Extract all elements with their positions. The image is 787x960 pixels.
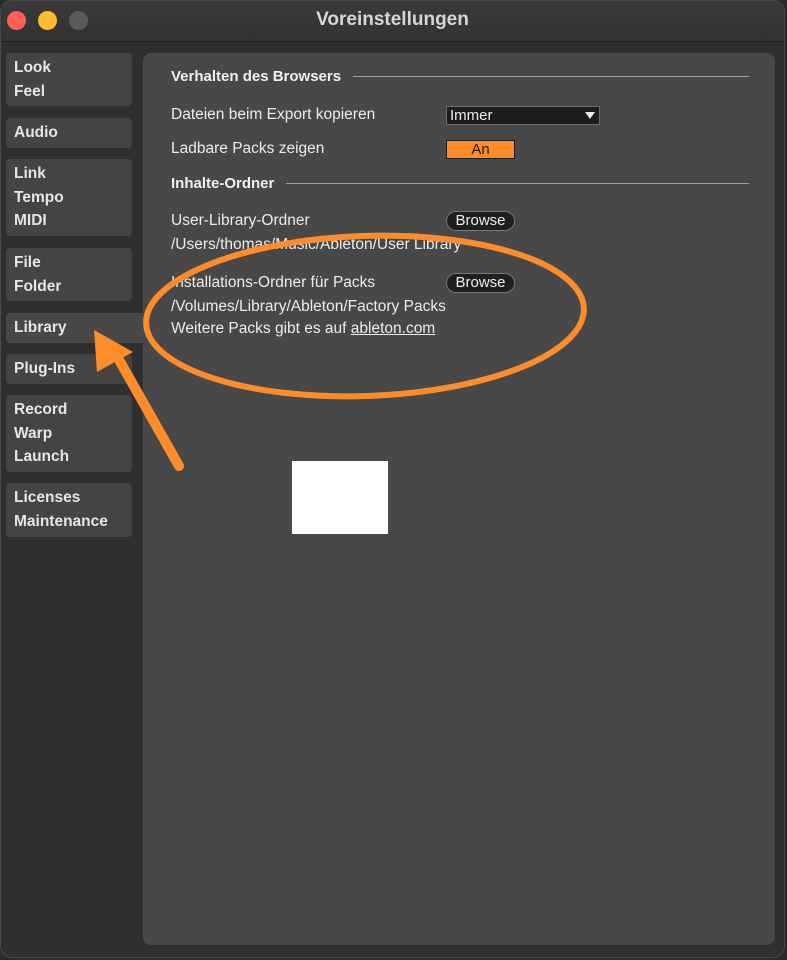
section-content-folders: Inhalte-Ordner <box>171 175 749 192</box>
tab-label: Maintenance <box>14 512 108 530</box>
tab-link-tempo-midi[interactable]: Link Tempo MIDI <box>6 159 132 236</box>
section-divider <box>353 76 749 77</box>
redaction-box <box>292 461 388 534</box>
tab-label: Warp <box>14 424 53 442</box>
user-library-path: /Users/thomas/Music/Ableton/User Library <box>171 236 462 253</box>
tab-label: Launch <box>14 448 70 465</box>
dropdown-value: Immer <box>450 107 493 124</box>
tab-label: Record <box>14 401 68 418</box>
library-preferences-panel: Verhalten des Browsers Dateien beim Expo… <box>143 53 775 945</box>
tab-label: Tempo <box>14 188 64 206</box>
tab-record-warp-launch[interactable]: Record Warp Launch <box>6 395 132 472</box>
more-packs-prefix: Weitere Packs gibt es auf <box>171 320 351 337</box>
export-copy-label: Dateien beim Export kopieren <box>171 106 376 123</box>
tab-label: Library <box>14 319 67 336</box>
tab-audio[interactable]: Audio <box>6 118 132 148</box>
dropdown-arrow-icon <box>585 112 595 119</box>
tab-label: Audio <box>14 124 58 141</box>
tab-label: Plug-Ins <box>14 360 76 377</box>
user-library-browse-button[interactable]: Browse <box>446 211 515 231</box>
tab-file-folder[interactable]: File Folder <box>6 248 132 301</box>
section-title: Verhalten des Browsers <box>171 68 342 85</box>
section-divider <box>286 183 749 184</box>
user-library-label: User-Library-Ordner <box>171 212 310 229</box>
tab-licenses-maintenance[interactable]: Licenses Maintenance <box>6 483 132 537</box>
tab-label: MIDI <box>14 212 47 229</box>
export-copy-dropdown[interactable]: Immer <box>446 106 600 125</box>
tab-label: File <box>14 254 41 271</box>
section-title: Inhalte-Ordner <box>171 175 275 192</box>
ableton-link[interactable]: ableton.com <box>351 320 435 337</box>
tab-label: Look <box>14 59 52 76</box>
preferences-window: Voreinstellungen Look Feel Audio Link Te… <box>0 0 785 958</box>
tab-plug-ins[interactable]: Plug-Ins <box>6 354 132 384</box>
title-bar: Voreinstellungen <box>1 1 784 42</box>
show-packs-toggle[interactable]: An <box>446 140 515 159</box>
packs-folder-path: /Volumes/Library/Ableton/Factory Packs <box>171 298 446 315</box>
tab-label: Licenses <box>14 489 81 506</box>
packs-folder-label: Installations-Ordner für Packs <box>171 274 376 291</box>
tab-label: Folder <box>14 277 62 295</box>
tab-library[interactable]: Library <box>6 313 146 343</box>
window-title: Voreinstellungen <box>316 9 469 30</box>
tab-label: Link <box>14 165 46 182</box>
show-packs-label: Ladbare Packs zeigen <box>171 140 325 157</box>
packs-folder-browse-button[interactable]: Browse <box>446 273 515 293</box>
section-browser-behavior: Verhalten des Browsers <box>171 68 749 85</box>
tab-look-feel[interactable]: Look Feel <box>6 53 132 106</box>
tab-label: Feel <box>14 82 46 100</box>
more-packs-text: Weitere Packs gibt es auf ableton.com <box>171 320 435 338</box>
